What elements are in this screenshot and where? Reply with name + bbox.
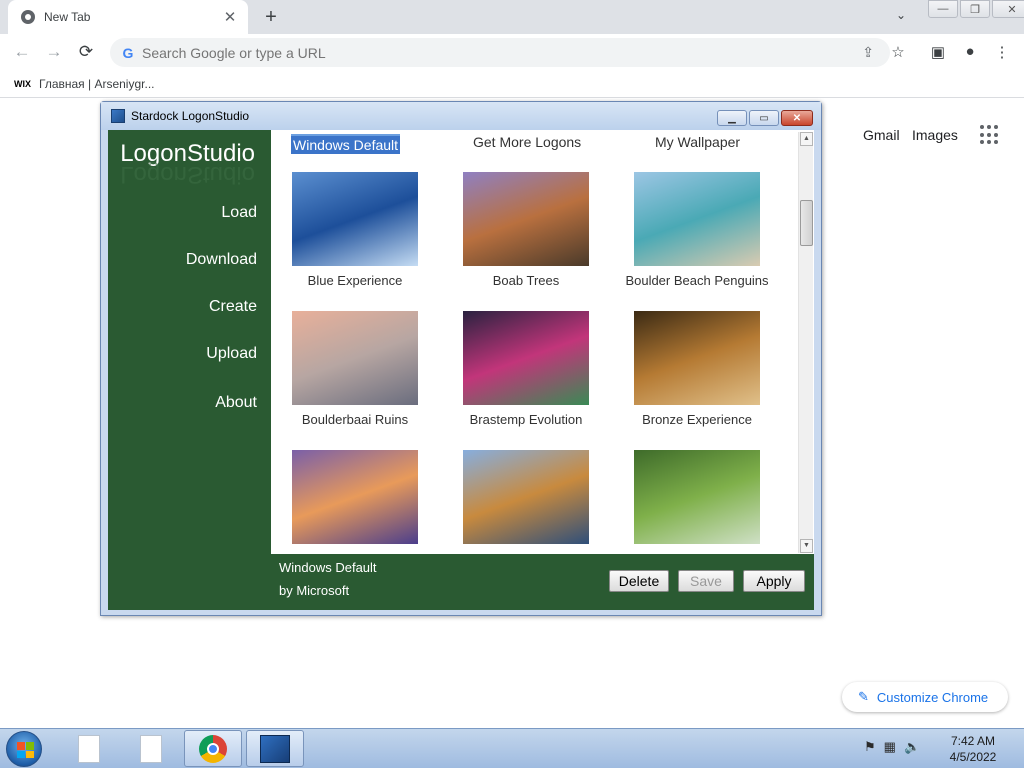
tab-close-icon[interactable]: ✕: [222, 8, 238, 26]
bookmark-link[interactable]: Главная | Arseniygr...: [39, 77, 154, 91]
tab-strip: New Tab ✕ + ⌄ — ❐ ✕: [0, 0, 1024, 34]
clock-time: 7:42 AM: [950, 734, 996, 748]
document-icon: [140, 734, 162, 763]
pencil-icon: ✎: [858, 689, 869, 704]
logon-thumbnail[interactable]: [292, 172, 418, 266]
omnibox-input[interactable]: [142, 44, 742, 61]
restore-button[interactable]: ❐: [960, 0, 990, 18]
document-icon: [78, 734, 100, 763]
logonstudio-footer: Windows Default by Microsoft Delete Save…: [271, 554, 814, 610]
gmail-link[interactable]: Gmail: [863, 127, 900, 143]
logonstudio-titlebar[interactable]: Stardock LogonStudio ▁ ▭ ✕: [101, 102, 821, 130]
bookmarks-bar: WIX Главная | Arseniygr...: [0, 70, 1024, 98]
nav-download[interactable]: Download: [186, 251, 257, 269]
taskbar-chrome[interactable]: [184, 730, 242, 767]
nav-load[interactable]: Load: [221, 204, 257, 222]
back-button[interactable]: ←: [12, 42, 32, 62]
scroll-up-arrow-icon[interactable]: ▲: [800, 132, 813, 146]
logonstudio-logo-reflection: LogonStudio: [120, 161, 255, 188]
taskbar-file-1[interactable]: [60, 730, 118, 767]
logon-thumbnail-label[interactable]: Boulder Beach Penguins: [612, 273, 782, 288]
share-icon[interactable]: ⇪: [862, 44, 874, 61]
menu-kebab-icon[interactable]: ⋮: [992, 43, 1012, 61]
google-apps-icon[interactable]: [980, 125, 1000, 145]
logon-thumbnail[interactable]: [292, 311, 418, 405]
taskbar-clock[interactable]: 7:42 AM 4/5/2022: [940, 733, 1006, 765]
nav-create[interactable]: Create: [209, 298, 257, 316]
wix-favicon-icon: WIX: [14, 78, 31, 89]
logonstudio-window: Stardock LogonStudio ▁ ▭ ✕ LogonStudio L…: [100, 101, 822, 616]
logon-thumbnail[interactable]: [292, 450, 418, 544]
taskbar-file-2[interactable]: [122, 730, 180, 767]
logon-thumbnail-label[interactable]: Bronze Experience: [612, 412, 782, 427]
save-button[interactable]: Save: [678, 570, 734, 592]
scroll-down-arrow-icon[interactable]: ▼: [800, 539, 813, 553]
tab-windows-default[interactable]: Windows Default: [291, 134, 401, 154]
side-panel-icon[interactable]: ▣: [928, 43, 948, 61]
logon-thumbnail[interactable]: [634, 450, 760, 544]
volume-icon[interactable]: 🔈: [904, 739, 920, 755]
logonstudio-body: LogonStudio LogonStudio Load Download Cr…: [108, 130, 814, 610]
tab-search-icon[interactable]: ⌄: [896, 8, 906, 22]
selected-logon-name: Windows Default: [279, 560, 377, 575]
system-tray: ⚑ ▦ 🔈: [864, 739, 920, 755]
clock-date: 4/5/2022: [949, 750, 997, 764]
omnibox[interactable]: G ⇪: [110, 38, 890, 67]
tab-new-tab[interactable]: New Tab ✕: [8, 0, 248, 34]
logon-thumbnail[interactable]: [463, 311, 589, 405]
network-icon[interactable]: ▦: [884, 739, 896, 755]
logon-thumbnail-label[interactable]: Blue Experience: [270, 273, 440, 288]
customize-chrome-button[interactable]: ✎ Customize Chrome: [842, 682, 1008, 712]
taskbar-logonstudio[interactable]: [246, 730, 304, 767]
logonstudio-taskbar-icon: [260, 734, 290, 763]
windows-logo-icon: [17, 742, 34, 758]
ls-close-button[interactable]: ✕: [781, 110, 813, 126]
start-button[interactable]: [6, 731, 42, 767]
logonstudio-window-controls: ▁ ▭ ✕: [715, 110, 813, 126]
customize-label: Customize Chrome: [876, 689, 989, 705]
logon-thumbnail[interactable]: [463, 450, 589, 544]
action-center-flag-icon[interactable]: ⚑: [864, 739, 876, 755]
logon-thumbnail[interactable]: [634, 311, 760, 405]
tab-my-wallpaper[interactable]: My Wallpaper: [655, 134, 740, 150]
scrollbar-thumb[interactable]: [800, 200, 813, 246]
tab-get-more-logons[interactable]: Get More Logons: [473, 134, 581, 150]
logon-thumbnail-label[interactable]: Brastemp Evolution: [441, 412, 611, 427]
reload-button[interactable]: ⟳: [76, 42, 96, 62]
logon-thumbnail-label[interactable]: Boab Trees: [441, 273, 611, 288]
logon-thumbnail[interactable]: [634, 172, 760, 266]
delete-button[interactable]: Delete: [609, 570, 669, 592]
browser-toolbar: ← → ⟳ G ⇪ ☆ ▣ ● ⋮: [0, 34, 1024, 70]
logon-gallery: Windows Default Get More Logons My Wallp…: [271, 130, 814, 554]
ls-maximize-button[interactable]: ▭: [749, 110, 779, 126]
forward-button[interactable]: →: [44, 42, 64, 62]
selected-logon-author: by Microsoft: [279, 583, 350, 598]
logonstudio-sidebar: LogonStudio LogonStudio Load Download Cr…: [108, 130, 271, 610]
images-link[interactable]: Images: [912, 127, 958, 143]
apply-button[interactable]: Apply: [743, 570, 805, 592]
logon-thumbnail[interactable]: [463, 172, 589, 266]
minimize-button[interactable]: —: [928, 0, 958, 18]
profile-avatar-icon[interactable]: ●: [960, 43, 980, 60]
new-tab-button[interactable]: +: [260, 6, 282, 28]
nav-upload[interactable]: Upload: [206, 345, 257, 363]
windows-taskbar: ⚑ ▦ 🔈 7:42 AM 4/5/2022: [0, 728, 1024, 768]
bookmark-star-icon[interactable]: ☆: [888, 43, 908, 61]
window-title: Stardock LogonStudio: [131, 109, 250, 123]
window-controls: — ❐ ✕: [926, 0, 1024, 18]
google-icon: G: [122, 44, 134, 61]
gallery-scrollbar[interactable]: ▲ ▼: [798, 132, 813, 553]
logonstudio-app-icon: [111, 109, 125, 123]
close-button[interactable]: ✕: [992, 0, 1024, 18]
chrome-icon: [199, 734, 227, 763]
tab-title: New Tab: [44, 10, 91, 24]
logon-thumbnail-label[interactable]: Boulderbaai Ruins: [270, 412, 440, 427]
ls-minimize-button[interactable]: ▁: [717, 110, 747, 126]
nav-about[interactable]: About: [215, 394, 257, 412]
chrome-favicon-icon: [21, 10, 35, 24]
